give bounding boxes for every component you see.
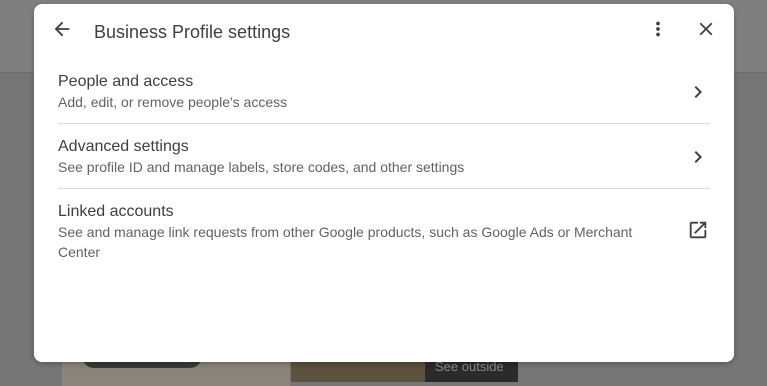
advanced-settings-item[interactable]: Advanced settings See profile ID and man…	[58, 137, 710, 189]
item-label: Linked accounts	[58, 203, 174, 220]
close-button[interactable]	[690, 15, 722, 47]
dialog-header: Business Profile settings	[34, 4, 734, 60]
item-label: Advanced settings	[58, 138, 189, 155]
item-description: See profile ID and manage labels, store …	[58, 159, 465, 175]
business-profile-settings-dialog: Business Profile settings People and acc…	[34, 4, 734, 362]
close-icon	[695, 18, 717, 45]
more-options-button[interactable]	[642, 15, 674, 47]
chevron-right-icon	[686, 145, 710, 169]
dialog-title: Business Profile settings	[94, 22, 291, 42]
item-label: People and access	[58, 73, 194, 90]
back-button[interactable]	[46, 15, 78, 47]
chevron-right-icon	[686, 80, 710, 104]
item-description: See and manage link requests from other …	[58, 224, 633, 260]
list-divider	[58, 188, 710, 189]
open-in-new-icon	[686, 218, 710, 242]
linked-accounts-item[interactable]: Linked accounts See and manage link requ…	[58, 202, 710, 264]
arrow-back-icon	[51, 18, 73, 45]
list-divider	[58, 123, 710, 124]
item-description: Add, edit, or remove people's access	[58, 94, 288, 110]
people-and-access-item[interactable]: People and access Add, edit, or remove p…	[58, 72, 710, 124]
more-vert-icon	[647, 18, 669, 45]
